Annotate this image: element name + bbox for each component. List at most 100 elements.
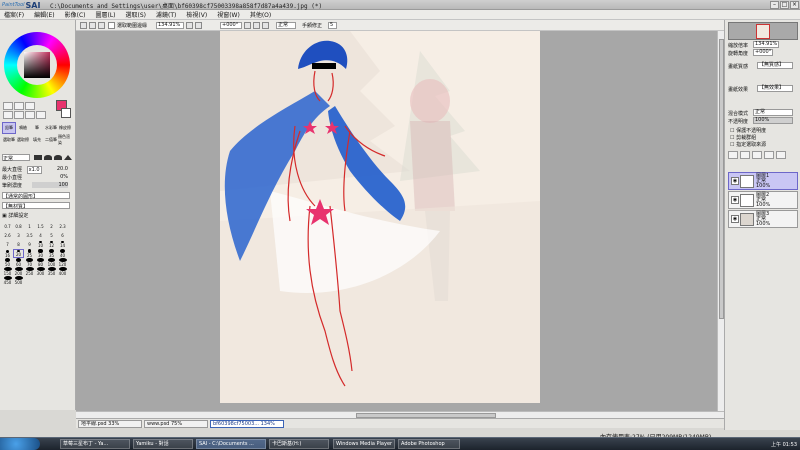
blend-mode-select[interactable]: 正常 <box>2 154 30 162</box>
delete-layer-icon[interactable] <box>776 151 786 159</box>
tool-pen[interactable]: 筆 <box>30 122 44 134</box>
horizontal-scrollbar[interactable] <box>76 411 724 418</box>
tool-watercolor[interactable]: 水彩筆 <box>44 122 58 134</box>
rotate-value[interactable]: +000° <box>753 49 773 56</box>
brush-size-8[interactable]: 8 <box>13 240 24 249</box>
navigator-viewport[interactable] <box>756 24 770 39</box>
brush-size-1[interactable]: 1 <box>24 222 35 231</box>
brush-size-2[interactable]: 2 <box>46 222 57 231</box>
deselect-icon[interactable] <box>80 22 87 29</box>
rotate-right-icon[interactable] <box>253 22 260 29</box>
brush-size-350[interactable]: 350 <box>46 267 57 276</box>
brush-size-150[interactable]: 150 <box>2 267 13 276</box>
size-multiplier[interactable]: x1.0 <box>26 166 42 174</box>
paper-texture-select[interactable]: 【無質感】 <box>757 62 793 69</box>
saturation-value-square[interactable] <box>24 52 50 78</box>
new-folder-icon[interactable] <box>740 151 750 159</box>
brush-size-2.6[interactable]: 2.6 <box>2 231 13 240</box>
eye-icon[interactable]: ◉ <box>731 196 739 204</box>
layer-item-3[interactable]: ◉ 圖層3 正常 100% <box>728 210 798 228</box>
zoom-in-icon[interactable] <box>186 22 193 29</box>
document-tab[interactable]: 地平線.psd 33% <box>78 420 142 428</box>
document-tab-active[interactable]: bf60398cf75003... 134% <box>210 420 284 428</box>
option-clipping-group[interactable]: ☐ 剪裁群組 <box>730 134 756 141</box>
tool-airbrush[interactable]: 噴槍 <box>16 122 30 134</box>
taskbar-item[interactable]: Adobe Photoshop <box>398 439 460 449</box>
opacity-slider[interactable]: 100% <box>753 117 793 124</box>
brush-size-20[interactable]: 20 <box>13 249 24 258</box>
min-size-value[interactable]: 0% <box>60 174 68 180</box>
brush-size-250[interactable]: 250 <box>24 267 35 276</box>
shape-square-icon[interactable] <box>34 155 42 160</box>
brush-size-80[interactable]: 80 <box>35 258 46 267</box>
option-protect-opacity[interactable]: ☐ 保護不透明度 <box>730 127 766 134</box>
brush-size-500[interactable]: 500 <box>13 276 24 285</box>
document-tab[interactable]: www.psd 75% <box>144 420 208 428</box>
rotate-left-icon[interactable] <box>244 22 251 29</box>
canvas-area[interactable] <box>76 31 724 411</box>
color-wheel[interactable] <box>4 32 70 98</box>
selection-edge-checkbox[interactable] <box>108 22 115 29</box>
zoom-out-icon[interactable] <box>98 22 105 29</box>
brush-size-70[interactable]: 70 <box>24 258 35 267</box>
zoom-icon[interactable] <box>14 111 24 119</box>
mode-select[interactable]: 正常 <box>276 22 296 29</box>
brush-size-4[interactable]: 4 <box>35 231 46 240</box>
brush-size-12[interactable]: 12 <box>46 240 57 249</box>
brush-size-100[interactable]: 100 <box>46 258 57 267</box>
brush-size-10[interactable]: 10 <box>35 240 46 249</box>
menu-window[interactable]: 視窗(W) <box>217 10 240 19</box>
brush-size-400[interactable]: 400 <box>57 267 68 276</box>
shape-sharp-icon[interactable] <box>64 155 72 160</box>
menu-file[interactable]: 檔案(F) <box>4 10 24 19</box>
detail-settings-toggle[interactable]: ▣ 詳細設定 <box>2 212 74 219</box>
brush-size-30[interactable]: 30 <box>35 249 46 258</box>
tool-binary-pen[interactable]: 二值筆 <box>44 134 58 146</box>
menu-filter[interactable]: 濾鏡(T) <box>156 10 176 19</box>
stabilizer-select[interactable]: 5 <box>328 22 337 29</box>
brush-size-0.7[interactable]: 0.7 <box>2 222 13 231</box>
zoom-field[interactable]: 134.91% <box>156 22 184 29</box>
taskbar-item[interactable]: Windows Media Player <box>333 439 395 449</box>
new-layer-icon[interactable] <box>728 151 738 159</box>
brush-size-200[interactable]: 200 <box>13 267 24 276</box>
taskbar-item[interactable]: Yamiku - 對話 <box>133 439 193 449</box>
duplicate-layer-icon[interactable] <box>752 151 762 159</box>
density-slider[interactable]: 100 <box>32 182 68 188</box>
reset-zoom-icon[interactable] <box>195 22 202 29</box>
tool-select-eraser[interactable]: 選取擦 <box>16 134 30 146</box>
shape-round-icon[interactable] <box>54 155 62 160</box>
brush-size-300[interactable]: 300 <box>35 267 46 276</box>
close-button[interactable]: × <box>790 1 799 9</box>
rect-select-icon[interactable] <box>3 102 13 110</box>
tool-select-pen[interactable]: 選取筆 <box>2 134 16 146</box>
merge-layer-icon[interactable] <box>764 151 774 159</box>
brush-size-3[interactable]: 3 <box>13 231 24 240</box>
taskbar-item[interactable]: 卡巴斯基(H:) <box>269 439 329 449</box>
brush-size-450[interactable]: 450 <box>2 276 13 285</box>
taskbar-item-active[interactable]: SAI - C:\Documents ... <box>196 439 266 449</box>
menu-layer[interactable]: 圖層(L) <box>96 10 116 19</box>
secondary-color-swatch[interactable] <box>61 108 71 118</box>
brush-size-3.5[interactable]: 3.5 <box>24 231 35 240</box>
minimize-button[interactable]: – <box>770 1 779 9</box>
brush-size-0.8[interactable]: 0.8 <box>13 222 24 231</box>
brush-size-16[interactable]: 16 <box>2 249 13 258</box>
angle-field[interactable]: +000° <box>220 22 242 29</box>
brush-size-50[interactable]: 50 <box>2 258 13 267</box>
layer-item-2[interactable]: ◉ 圖層2 正常 100% <box>728 191 798 209</box>
menu-edit[interactable]: 編輯(E) <box>34 10 54 19</box>
menu-selection[interactable]: 選取(S) <box>126 10 147 19</box>
tool-bucket[interactable]: 填充 <box>30 134 44 146</box>
brush-size-60[interactable]: 60 <box>13 258 24 267</box>
brush-size-7[interactable]: 7 <box>2 240 13 249</box>
maximize-button[interactable]: □ <box>780 1 789 9</box>
vertical-scrollbar[interactable] <box>717 31 724 411</box>
brush-size-5[interactable]: 5 <box>46 231 57 240</box>
brush-size-9[interactable]: 9 <box>24 240 35 249</box>
menu-canvas[interactable]: 影像(C) <box>65 10 86 19</box>
shape-soft-icon[interactable] <box>44 155 52 160</box>
tool-pencil[interactable]: 鉛筆 <box>2 122 16 134</box>
invert-selection-icon[interactable] <box>89 22 96 29</box>
option-selection-source[interactable]: ☐ 指定選取來源 <box>730 141 766 148</box>
